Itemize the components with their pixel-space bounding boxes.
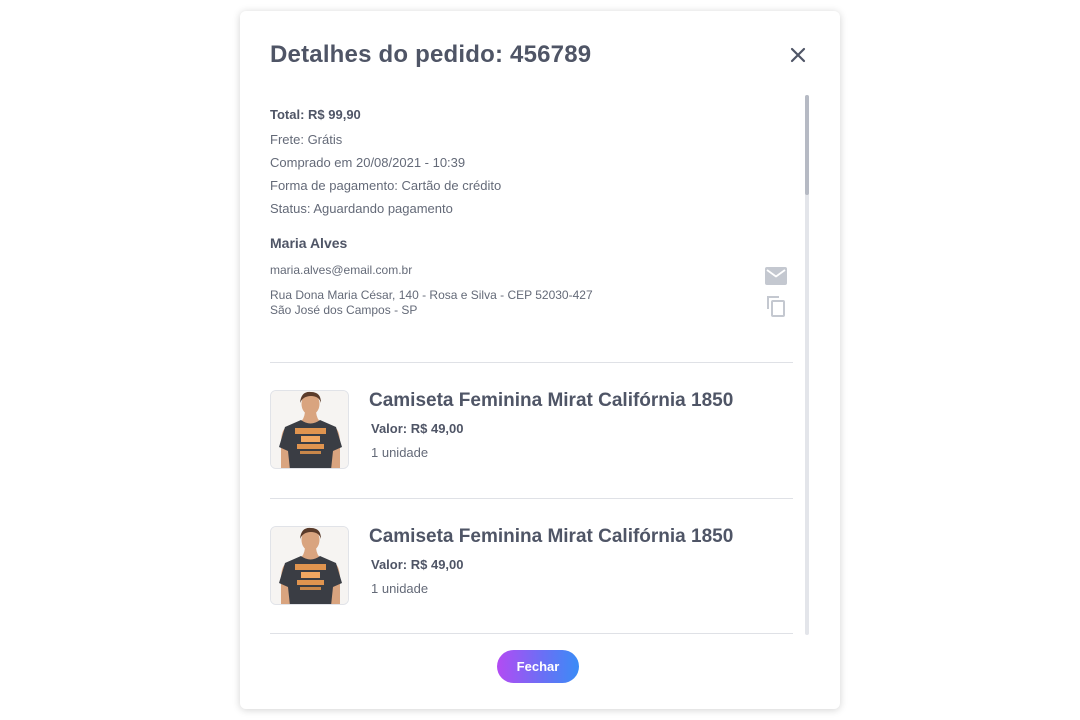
divider [270,498,793,499]
order-details-modal: Detalhes do pedido: 456789 Total: R$ 99,… [240,11,840,709]
order-total: Total: R$ 99,90 [270,107,361,122]
product-image [270,390,349,469]
copy-icon[interactable] [766,295,786,317]
close-icon[interactable] [786,43,810,67]
product-price: Valor: R$ 49,00 [371,557,464,572]
order-payment-method: Forma de pagamento: Cartão de crédito [270,178,502,193]
customer-name: Maria Alves [270,235,348,251]
product-price: Valor: R$ 49,00 [371,421,464,436]
customer-address-line2: São José dos Campos - SP [270,303,418,317]
scrollbar-thumb[interactable] [805,95,809,195]
customer-address-line1: Rua Dona Maria César, 140 - Rosa e Silva… [270,288,593,302]
product-item: Camiseta Feminina Mirat Califórnia 1850 … [270,390,793,490]
order-purchase-date: Comprado em 20/08/2021 - 10:39 [270,155,466,170]
customer-email: maria.alves@email.com.br [270,263,413,277]
product-image [270,526,349,605]
mail-icon[interactable] [765,267,787,285]
scrollbar[interactable] [805,95,809,635]
product-name: Camiseta Feminina Mirat Califórnia 1850 [369,390,734,411]
order-details-scroll-area[interactable]: Total: R$ 99,90 Frete: Grátis Comprado e… [270,95,793,635]
divider [270,362,793,363]
divider [270,633,793,634]
product-quantity: 1 unidade [371,445,429,460]
order-shipping: Frete: Grátis [270,132,343,147]
close-button[interactable]: Fechar [497,650,579,683]
product-name: Camiseta Feminina Mirat Califórnia 1850 [369,526,734,547]
product-quantity: 1 unidade [371,581,429,596]
order-status: Status: Aguardando pagamento [270,201,453,216]
product-item: Camiseta Feminina Mirat Califórnia 1850 … [270,526,793,626]
customer-address: Rua Dona Maria César, 140 - Rosa e Silva… [270,288,593,318]
modal-title: Detalhes do pedido: 456789 [270,41,592,68]
